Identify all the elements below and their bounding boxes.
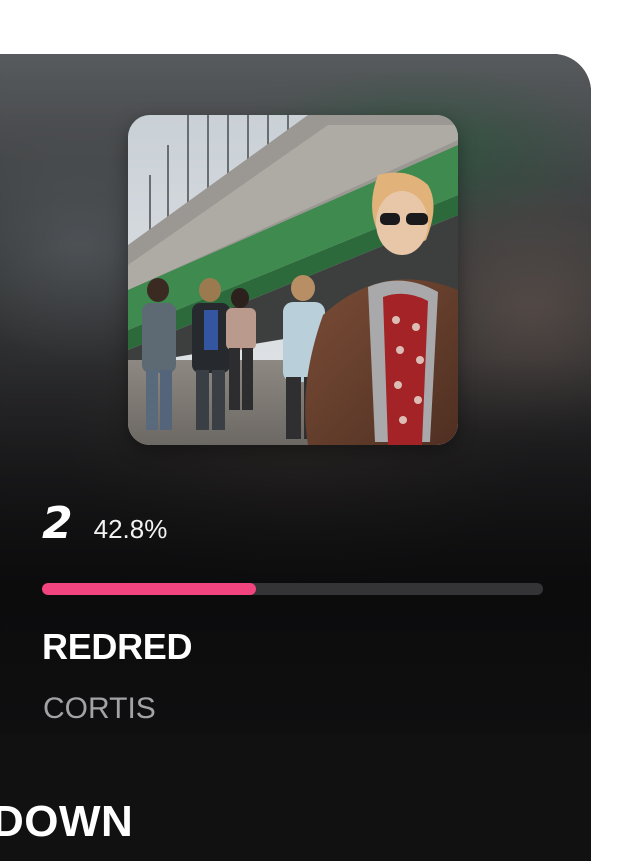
vote-progress-bar: [42, 583, 543, 595]
album-art: [128, 115, 458, 445]
song-title[interactable]: REDRED: [42, 629, 193, 665]
artist-name[interactable]: CORTIS: [43, 694, 156, 724]
vote-progress-fill: [42, 583, 257, 595]
page: 2 42.8% REDRED CORTIS DOWN: [0, 0, 638, 861]
vote-percentage: 42.8%: [93, 514, 168, 544]
section-heading: DOWN: [0, 797, 134, 846]
vote-result-card[interactable]: 2 42.8% REDRED CORTIS: [0, 54, 591, 734]
rank-row: 2 42.8%: [42, 502, 167, 546]
album-cover-photo: [128, 115, 458, 445]
next-section: DOWN: [0, 734, 591, 861]
rank-number: 2: [42, 498, 73, 549]
